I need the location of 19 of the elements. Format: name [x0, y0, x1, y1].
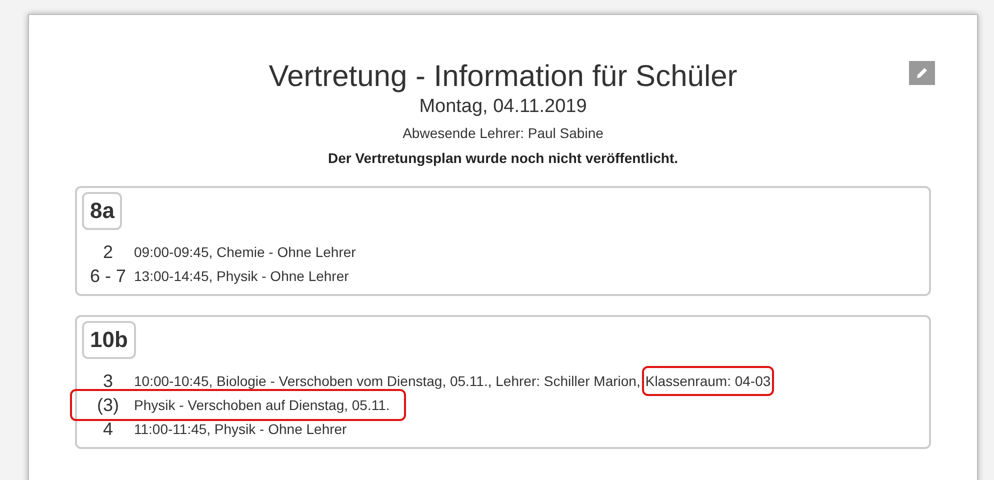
page-title: Vertretung - Information für Schüler [268, 59, 738, 95]
marked-text: Klassenraum: 04-03 [642, 366, 774, 396]
entry-text: 11:00-11:45, Physik - Ohne Lehrer [134, 420, 347, 439]
entry-text: 09:00-09:45, Chemie - Ohne Lehrer [134, 242, 356, 262]
period-number: 3 [102, 370, 114, 392]
period-number: 2 [102, 240, 114, 264]
period-number: (3) [96, 394, 120, 417]
entry-text: 10:00-10:45, Biologie - Verschoben vom Dienstag, 05.11., Lehrer: Schiller Marion, [134, 372, 640, 391]
absent-teachers: Abwesende Lehrer: Paul Sabine [402, 124, 604, 143]
period-number: 4 [102, 418, 114, 440]
entry-text: Physik - Verschoben auf Dienstag, 05.11. [134, 396, 390, 415]
class-label: 10b [82, 321, 136, 359]
pencil-icon [916, 67, 928, 79]
entry-text: 13:00-14:45, Physik - Ohne Lehrer [134, 266, 349, 286]
period-number: 6 - 7 [88, 264, 128, 288]
edit-button[interactable] [909, 61, 935, 85]
date-text: Montag, 04.11.2019 [419, 95, 587, 119]
class-label: 8a [82, 192, 122, 230]
notice-text: Der Vertretungsplan wurde noch nicht veröffentlicht. [328, 149, 678, 168]
